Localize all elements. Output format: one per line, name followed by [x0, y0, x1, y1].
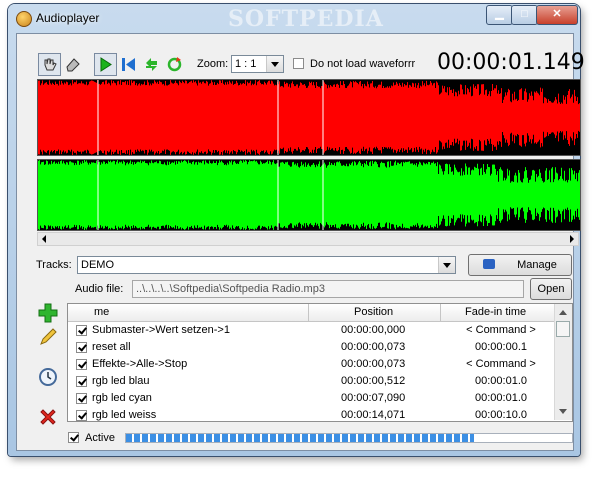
column-fade-header[interactable]: Fade-in time [465, 306, 526, 318]
pencil-icon [40, 328, 57, 345]
scroll-up-icon[interactable] [555, 304, 572, 319]
row-checkbox[interactable] [76, 359, 87, 370]
audio-file-label: Audio file: [75, 283, 124, 295]
scroll-right-icon[interactable] [564, 233, 578, 245]
row-position: 00:00:14,071 [341, 409, 406, 421]
database-icon [483, 259, 496, 269]
row-position: 00:00:00,000 [341, 324, 406, 336]
waveform-right[interactable] [37, 159, 581, 231]
zoom-label: Zoom: [197, 58, 229, 70]
waveform-scrollbar[interactable] [37, 232, 579, 246]
row-name: rgb led weiss [92, 409, 157, 421]
clock-button[interactable] [37, 366, 59, 388]
zoom-value: 1 : 1 [235, 58, 257, 70]
row-checkbox[interactable] [76, 376, 87, 387]
playback-progress-bar [125, 433, 573, 443]
scroll-down-icon[interactable] [555, 405, 572, 420]
table-row[interactable]: reset all 00:00:00,073 00:00:00.1 [68, 339, 554, 356]
skip-back-icon [122, 58, 135, 71]
window-title: Audioplayer [36, 11, 100, 25]
eraser-button[interactable] [61, 53, 84, 76]
row-name: reset all [92, 341, 131, 353]
title-bar[interactable]: Audioplayer SOFTPEDIA ▁ □ ✕ [8, 4, 580, 32]
scroll-left-icon[interactable] [38, 233, 52, 245]
chevron-down-icon [438, 257, 455, 273]
minimize-button[interactable]: ▁ [486, 5, 513, 25]
row-name: rgb led blau [92, 375, 150, 387]
progress-fill [126, 434, 474, 442]
table-row[interactable]: Submaster->Wert setzen->1 00:00:00,000 < C… [68, 322, 554, 339]
zoom-select[interactable]: 1 : 1 [231, 55, 284, 73]
waveform-left[interactable] [37, 79, 581, 156]
maximize-button[interactable]: □ [511, 5, 538, 25]
row-name: Submaster->Wert setzen->1 [92, 324, 230, 336]
delete-button[interactable] [37, 406, 59, 428]
table-row[interactable]: rgb led weiss 00:00:14,071 00:00:10.0 [68, 407, 554, 421]
open-button[interactable]: Open [530, 278, 572, 300]
row-checkbox[interactable] [76, 393, 87, 404]
no-waveform-checkbox[interactable] [293, 58, 304, 69]
edit-button[interactable] [37, 326, 59, 348]
row-fade-in: 00:00:10.0 [475, 409, 527, 421]
row-position: 00:00:07,090 [341, 392, 406, 404]
manage-button[interactable]: Manage [468, 254, 572, 276]
row-position: 00:00:00,512 [341, 375, 406, 387]
audioplayer-window: Audioplayer SOFTPEDIA ▁ □ ✕ Zoom: 1 : 1 [8, 4, 585, 456]
row-fade-in: < Command > [466, 358, 536, 370]
arrows-icon [146, 58, 157, 71]
client-area: Zoom: 1 : 1 Do not load waveforrr 00:00:… [16, 33, 585, 451]
waveform-right-graph [38, 160, 580, 230]
active-checkbox[interactable] [68, 432, 79, 443]
table-row[interactable]: rgb led cyan 00:00:07,090 00:00:01.0 [68, 390, 554, 407]
time-display: 00:00:01.149 [437, 50, 585, 75]
column-position-header[interactable]: Position [354, 306, 393, 318]
row-position: 00:00:00,073 [341, 341, 406, 353]
column-separator [308, 304, 309, 321]
audio-file-field[interactable]: ..\..\..\..\Softpedia\Softpedia Radio.mp… [132, 280, 524, 298]
hand-icon [44, 58, 57, 71]
play-button[interactable] [94, 53, 117, 76]
row-fade-in: 00:00:00.1 [475, 341, 527, 353]
tracks-value: DEMO [81, 259, 114, 271]
events-table[interactable]: me Position Fade-in time Submaster->Wert… [67, 303, 573, 422]
active-label: Active [85, 432, 115, 444]
app-icon [16, 11, 32, 27]
chevron-down-icon [266, 56, 283, 72]
delete-x-icon [40, 409, 56, 425]
row-fade-in: 00:00:01.0 [475, 375, 527, 387]
add-button[interactable] [37, 302, 59, 324]
hand-tool-button[interactable] [38, 53, 61, 76]
table-header: me Position Fade-in time [68, 304, 554, 322]
skip-back-button[interactable] [117, 53, 140, 76]
column-separator [440, 304, 441, 321]
table-row[interactable]: Effekte->Alle->Stop 00:00:00,073 < Command… [68, 356, 554, 373]
row-checkbox[interactable] [76, 325, 87, 336]
loop-icon [167, 57, 182, 72]
clock-icon [39, 368, 57, 386]
no-waveform-label: Do not load waveforrr [310, 58, 416, 70]
scrollbar-thumb[interactable] [556, 321, 570, 337]
eraser-icon [66, 58, 80, 72]
loop-button[interactable] [163, 53, 186, 76]
column-name-header[interactable]: me [94, 306, 109, 318]
manage-label: Manage [517, 259, 557, 271]
watermark: SOFTPEDIA [228, 6, 384, 32]
row-name: rgb led cyan [92, 392, 152, 404]
tracks-label: Tracks: [36, 259, 72, 271]
row-position: 00:00:00,073 [341, 358, 406, 370]
close-button[interactable]: ✕ [536, 5, 578, 25]
table-scrollbar[interactable] [554, 304, 572, 420]
table-row[interactable]: rgb led blau 00:00:00,512 00:00:01.0 [68, 373, 554, 390]
play-icon [100, 57, 112, 72]
arrows-button[interactable] [140, 53, 163, 76]
row-name: Effekte->Alle->Stop [92, 358, 188, 370]
plus-icon [38, 303, 58, 323]
row-fade-in: < Command > [466, 324, 536, 336]
waveform-left-graph [38, 80, 580, 155]
row-fade-in: 00:00:01.0 [475, 392, 527, 404]
row-checkbox[interactable] [76, 342, 87, 353]
tracks-select[interactable]: DEMO [77, 256, 456, 274]
row-checkbox[interactable] [76, 410, 87, 421]
